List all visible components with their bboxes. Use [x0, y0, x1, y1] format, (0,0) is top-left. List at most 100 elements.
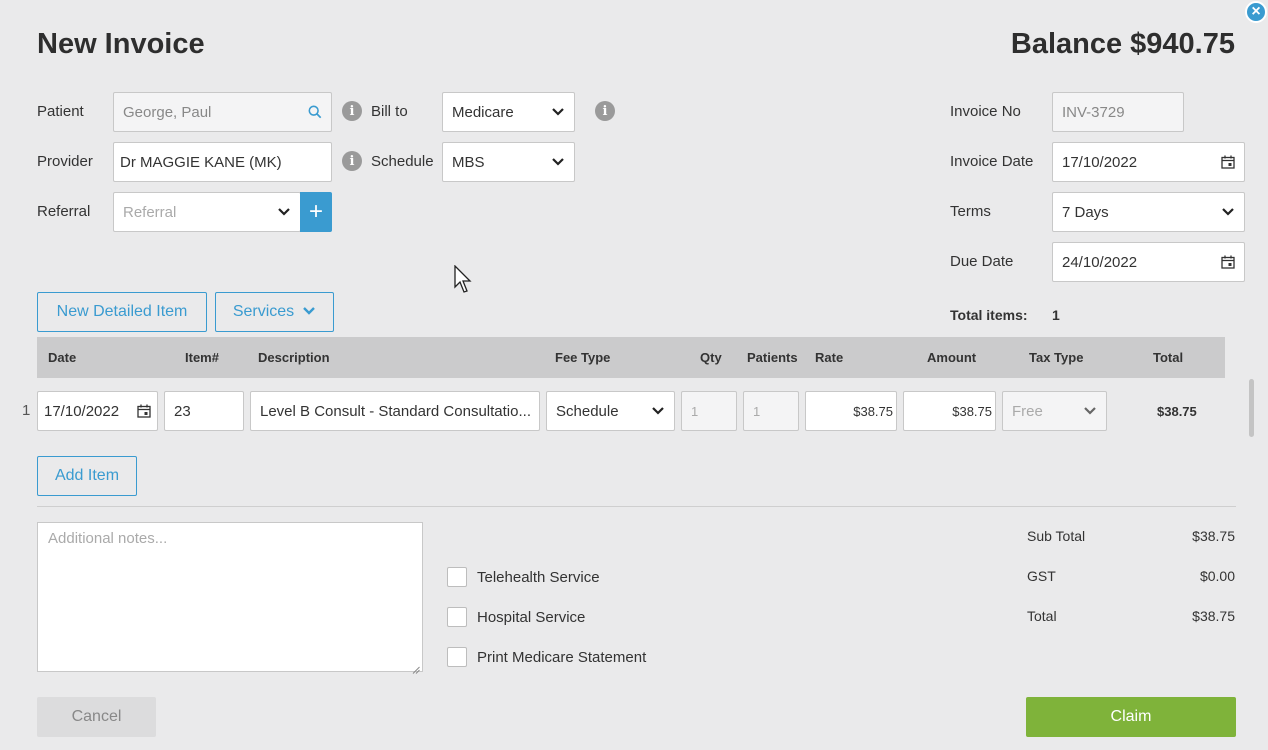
row-tax-type-select[interactable]: Free	[1002, 391, 1107, 431]
hospital-service-label: Hospital Service	[477, 608, 586, 626]
provider-label: Provider	[37, 153, 93, 170]
resize-handle-icon[interactable]	[412, 661, 420, 674]
total-items-label: Total items:	[950, 307, 1028, 323]
chevron-down-icon	[302, 303, 316, 321]
row-rate-field[interactable]: $38.75	[805, 391, 897, 431]
col-header-rate: Rate	[815, 350, 844, 365]
sub-total-label: Sub Total	[1027, 528, 1086, 544]
print-medicare-statement-checkbox[interactable]	[447, 647, 467, 667]
page-title: New Invoice	[37, 28, 205, 60]
claim-button[interactable]: Claim	[1026, 697, 1236, 737]
gst-value: $0.00	[1199, 568, 1235, 584]
provider-value: Dr MAGGIE KANE (MK)	[120, 153, 282, 171]
telehealth-service-checkbox-row[interactable]: Telehealth Service	[447, 567, 600, 587]
terms-select[interactable]: 7 Days	[1052, 192, 1245, 232]
row-index: 1	[22, 402, 31, 419]
schedule-value: MBS	[452, 153, 485, 171]
divider	[37, 506, 1236, 507]
hospital-service-checkbox-row[interactable]: Hospital Service	[447, 607, 585, 627]
search-icon[interactable]	[308, 105, 322, 119]
provider-field[interactable]: Dr MAGGIE KANE (MK)	[113, 142, 332, 182]
patient-value: George, Paul	[123, 103, 212, 121]
bill-to-select[interactable]: Medicare	[442, 92, 575, 132]
row-date-value: 17/10/2022	[44, 402, 120, 420]
gst-label: GST	[1027, 568, 1056, 584]
patient-label: Patient	[37, 103, 84, 120]
cancel-button[interactable]: Cancel	[37, 697, 156, 737]
row-date-field[interactable]: 17/10/2022	[37, 391, 158, 431]
chevron-down-icon	[1221, 205, 1235, 219]
total-label: Total	[1027, 608, 1057, 624]
row-qty-field: 1	[681, 391, 737, 431]
invoice-no-field: INV-3729	[1052, 92, 1184, 132]
due-date-label: Due Date	[950, 253, 1014, 270]
col-header-description: Description	[258, 350, 330, 365]
chevron-down-icon	[1083, 404, 1097, 418]
row-qty-value: 1	[691, 403, 699, 419]
referral-select[interactable]: Referral	[113, 192, 301, 232]
invoice-date-field[interactable]: 17/10/2022	[1052, 142, 1245, 182]
close-icon[interactable]: ×	[1245, 1, 1267, 23]
row-amount-field[interactable]: $38.75	[903, 391, 996, 431]
bill-to-value: Medicare	[452, 103, 514, 121]
chevron-down-icon	[551, 105, 565, 119]
row-description-field[interactable]: Level B Consult - Standard Consultatio..…	[250, 391, 540, 431]
referral-placeholder: Referral	[123, 203, 177, 221]
invoice-no-value: INV-3729	[1062, 103, 1125, 121]
col-header-item: Item#	[185, 350, 219, 365]
col-header-amount: Amount	[927, 350, 977, 365]
hospital-service-checkbox[interactable]	[447, 607, 467, 627]
new-detailed-item-button[interactable]: New Detailed Item	[37, 292, 207, 332]
telehealth-service-label: Telehealth Service	[477, 568, 600, 586]
row-description-value: Level B Consult - Standard Consultatio..…	[260, 402, 531, 420]
schedule-select[interactable]: MBS	[442, 142, 575, 182]
row-fee-type-select[interactable]: Schedule	[546, 391, 675, 431]
col-header-total: Total	[1153, 350, 1184, 365]
col-header-patients: Patients	[747, 350, 798, 365]
col-header-tax-type: Tax Type	[1029, 350, 1084, 365]
chevron-down-icon	[277, 205, 291, 219]
telehealth-service-checkbox[interactable]	[447, 567, 467, 587]
calendar-icon[interactable]	[1221, 255, 1235, 269]
row-patients-field: 1	[743, 391, 799, 431]
due-date-field[interactable]: 24/10/2022	[1052, 242, 1245, 282]
table-scrollbar[interactable]	[1249, 379, 1254, 437]
add-item-button[interactable]: Add Item	[37, 456, 137, 496]
row-fee-type-value: Schedule	[556, 402, 619, 420]
provider-info-icon[interactable]: i	[342, 151, 362, 171]
sub-total-value: $38.75	[1192, 528, 1235, 544]
print-medicare-statement-checkbox-row[interactable]: Print Medicare Statement	[447, 647, 646, 667]
invoice-date-label: Invoice Date	[950, 153, 1034, 170]
services-label: Services	[232, 303, 295, 320]
items-table-header: Date Item# Description Fee Type Qty Pati…	[37, 337, 1225, 378]
col-header-qty: Qty	[700, 350, 722, 365]
print-medicare-statement-label: Print Medicare Statement	[477, 648, 647, 666]
col-header-date: Date	[48, 350, 77, 365]
bill-to-info-icon[interactable]: i	[595, 101, 615, 121]
balance-amount: Balance $940.75	[1010, 28, 1235, 60]
row-item-field[interactable]: 23	[164, 391, 244, 431]
referral-label: Referral	[37, 203, 91, 220]
chevron-down-icon	[551, 155, 565, 169]
notes-placeholder: Additional notes...	[48, 530, 168, 547]
chevron-down-icon	[651, 404, 665, 418]
terms-label: Terms	[950, 203, 991, 220]
add-referral-button[interactable]: +	[300, 192, 332, 232]
row-item-value: 23	[174, 402, 191, 420]
total-items-value: 1	[1052, 307, 1060, 323]
terms-value: 7 Days	[1062, 203, 1109, 221]
services-button[interactable]: Services	[215, 292, 334, 332]
due-date-value: 24/10/2022	[1062, 253, 1138, 271]
bill-to-label: Bill to	[371, 103, 408, 120]
calendar-icon[interactable]	[1221, 155, 1235, 169]
schedule-label: Schedule	[371, 153, 434, 170]
additional-notes-textarea[interactable]: Additional notes...	[37, 522, 423, 674]
calendar-icon[interactable]	[137, 404, 151, 418]
invoice-date-value: 17/10/2022	[1062, 153, 1138, 171]
patient-field[interactable]: George, Paul	[113, 92, 332, 132]
col-header-fee-type: Fee Type	[555, 350, 611, 365]
patient-info-icon[interactable]: i	[342, 101, 362, 121]
mouse-cursor-icon	[453, 264, 473, 300]
row-rate-value: $38.75	[853, 403, 893, 419]
row-tax-type-value: Free	[1012, 402, 1043, 420]
